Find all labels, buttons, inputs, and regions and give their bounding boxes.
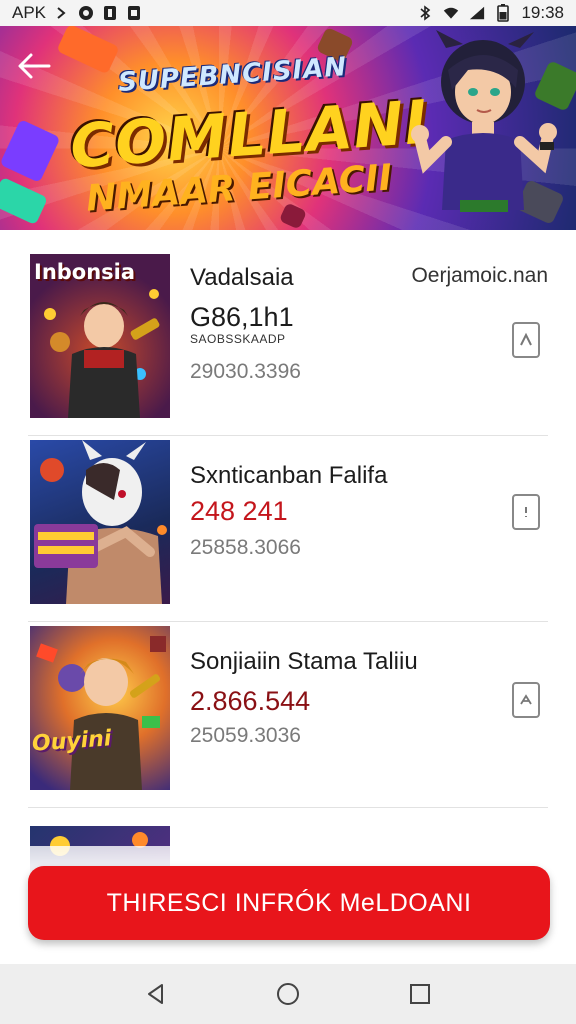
hero-banner: SUPEBNCISIAN COMLLANI NMAAR EICACII (0, 26, 576, 230)
list-item[interactable]: Inbonsia Vadalsaia Oerjamoic.nan G86,1h1… (28, 250, 548, 436)
app-thumbnail: Ouyini (30, 626, 170, 790)
nav-home-button[interactable] (268, 974, 308, 1014)
back-arrow-icon (18, 53, 51, 79)
app-price: G86,1h1 (190, 302, 294, 332)
app-title: Vadalsaia (190, 264, 294, 291)
list-item[interactable]: Sxnticanban Falifa 248 241 25858.3066 (28, 436, 548, 622)
download-icon (525, 507, 527, 517)
list-item[interactable]: Ouyini Sonjiaiin Stama Taliiu 2.866.544 … (28, 622, 548, 808)
nav-recents-button[interactable] (400, 974, 440, 1014)
media-notification-icon (102, 5, 118, 21)
primary-cta-button[interactable]: THIRESCI INFRÓK MeLDOANI (28, 866, 550, 940)
bluetooth-icon (417, 5, 433, 21)
signal-icon (469, 5, 485, 21)
app-thumbnail: Inbonsia (30, 254, 170, 418)
hero-character-image (411, 30, 557, 212)
clock: 19:38 (521, 3, 564, 22)
app-meta: 29030.3396 (190, 360, 301, 383)
app-notification-icon (78, 5, 94, 21)
app-list: Inbonsia Vadalsaia Oerjamoic.nan G86,1h1… (28, 250, 548, 808)
nav-back-button[interactable] (136, 974, 176, 1014)
storage-notification-icon (126, 5, 142, 21)
download-icon (520, 694, 532, 705)
triangle-back-icon (148, 984, 163, 1004)
app-screen: APK 19:38 SUPEBNCISIAN COMLLANI NMAAR EI… (0, 0, 576, 1024)
app-subtitle: SAOBSSKAADP (190, 332, 286, 346)
thumbnail-art (36, 636, 166, 790)
back-button[interactable] (14, 48, 54, 84)
thumbnail-label: Inbonsia (34, 260, 136, 284)
system-nav-bar (0, 964, 576, 1024)
app-title: Sonjiaiin Stama Taliiu (190, 648, 418, 675)
app-developer[interactable]: Oerjamoic.nan (411, 264, 548, 288)
app-thumbnail (30, 440, 170, 604)
app-price: 248 241 (190, 496, 288, 526)
thumbnail-art (34, 440, 167, 604)
download-icon (520, 332, 532, 346)
wifi-icon (443, 5, 459, 21)
status-bar: APK 19:38 (0, 0, 576, 26)
circle-home-icon (277, 983, 299, 1005)
app-meta: 25059.3036 (190, 724, 301, 747)
carrier-label: APK (12, 3, 47, 22)
notification-icon (54, 5, 70, 21)
download-button[interactable] (512, 494, 540, 530)
app-meta: 25858.3066 (190, 536, 301, 559)
app-title: Sxnticanban Falifa (190, 462, 388, 489)
square-recents-icon (410, 984, 430, 1004)
download-button[interactable] (512, 322, 540, 358)
download-button[interactable] (512, 682, 540, 718)
app-price: 2.866.544 (190, 686, 311, 716)
battery-icon (495, 4, 511, 22)
